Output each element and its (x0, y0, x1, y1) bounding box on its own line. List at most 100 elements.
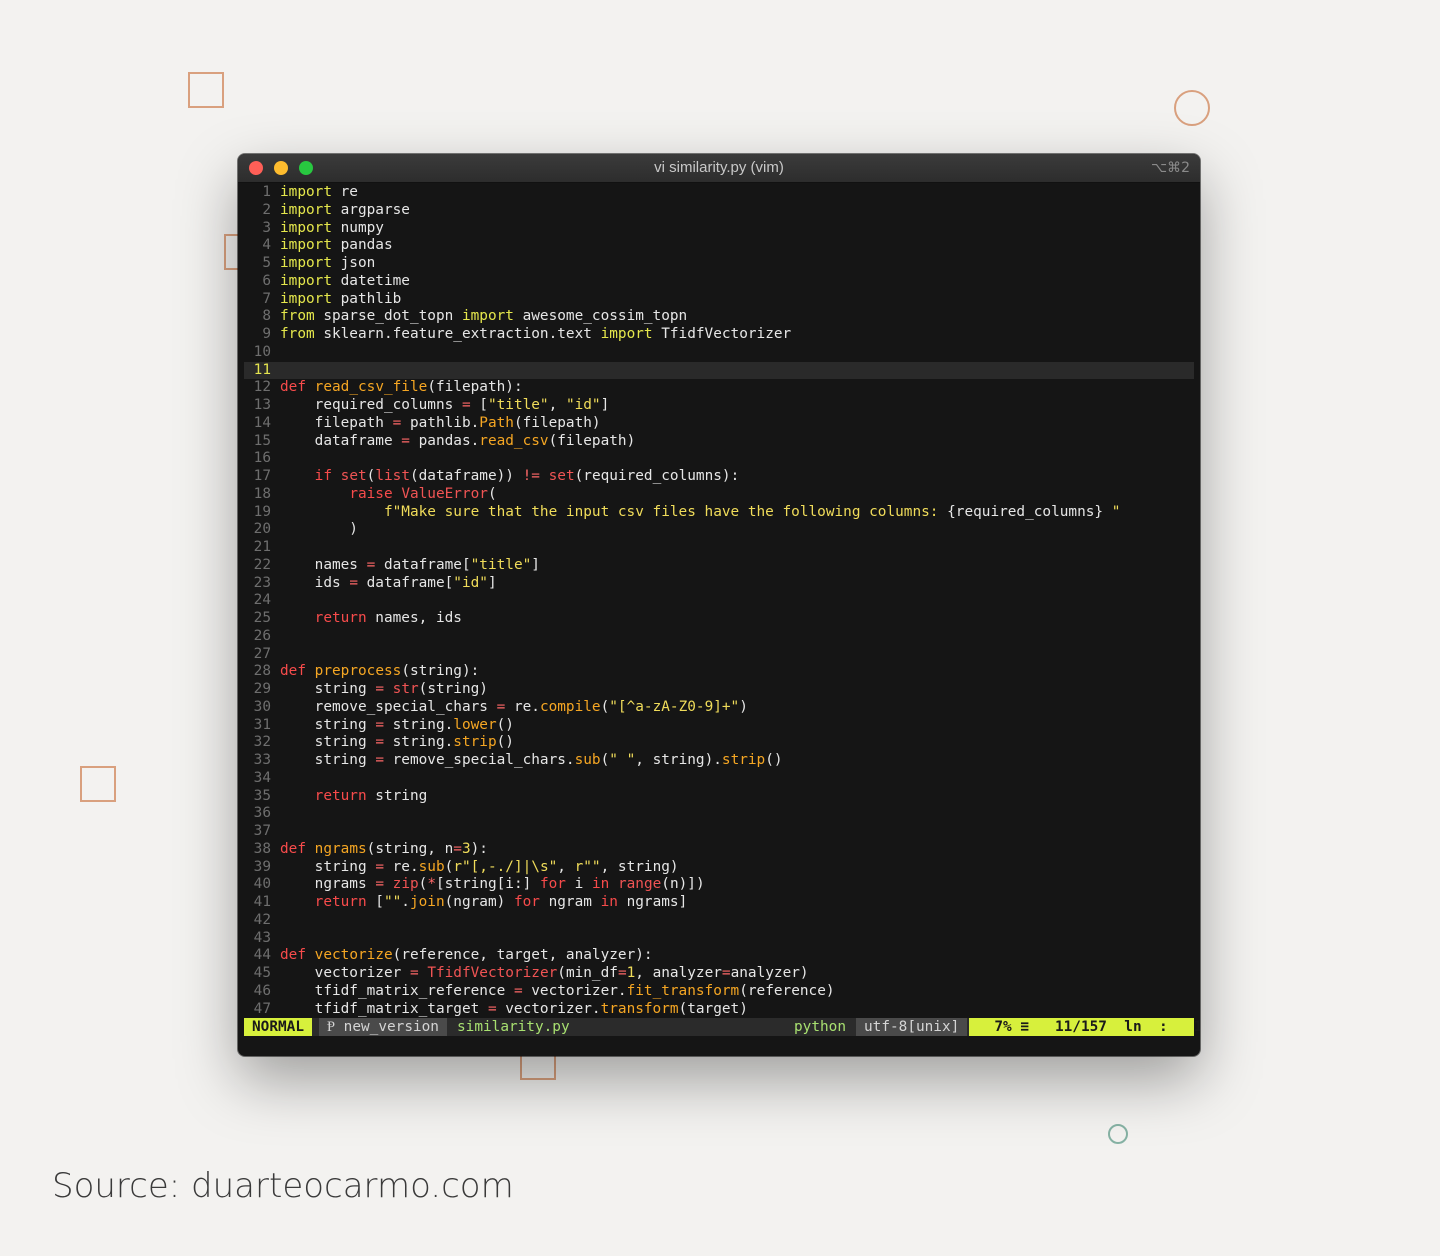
file-name: similarity.py (457, 1019, 570, 1035)
code-line[interactable]: 4 import pandas (244, 237, 1194, 255)
window-title: vi similarity.py (vim) (654, 159, 784, 176)
cursor-position: 7% ≡ 11/157 ln : 1 (969, 1018, 1200, 1036)
code-line[interactable]: 23 ids = dataframe["id"] (244, 575, 1194, 593)
code-line[interactable]: 17 if set(list(dataframe)) != set(requir… (244, 468, 1194, 486)
line-number: 44 (253, 947, 271, 964)
code-line[interactable]: 46 tfidf_matrix_reference = vectorizer.f… (244, 983, 1194, 1001)
code-line[interactable]: 28 def preprocess(string): (244, 663, 1194, 681)
code-text: names = dataframe["title"] (280, 556, 540, 573)
line-number: 13 (253, 397, 271, 413)
file-type: python (794, 1019, 846, 1035)
line-number: 42 (253, 911, 271, 928)
code-line[interactable]: 34 (244, 770, 1194, 788)
code-line[interactable]: 44 def vectorize(reference, target, analy… (244, 947, 1194, 965)
code-line[interactable]: 5 import json (244, 255, 1194, 273)
code-line[interactable]: 18 raise ValueError( (244, 486, 1194, 504)
titlebar[interactable]: vi similarity.py (vim) ⌥⌘2 (238, 154, 1200, 183)
code-text: return string (314, 787, 428, 804)
window-shortcut: ⌥⌘2 (1150, 160, 1190, 176)
line-number: 1 (262, 184, 271, 200)
code-line[interactable]: 31 string = string.lower() (244, 717, 1194, 735)
code-line[interactable]: 12 def read_csv_file(filepath): (244, 379, 1194, 397)
code-text: ) (280, 521, 358, 538)
code-line[interactable]: 42 (244, 912, 1194, 930)
code-line[interactable]: 41 return ["".join(ngram) for ngram in n… (244, 894, 1194, 912)
code-text: string = remove_special_chars.sub(" ", s… (280, 752, 783, 768)
line-number: 4 (262, 237, 271, 254)
line-number: 5 (262, 255, 271, 271)
code-line[interactable]: 24 (244, 592, 1194, 610)
code-line[interactable]: 6 import datetime (244, 273, 1194, 291)
code-text: remove_special_chars = re.compile("[^a-z… (280, 698, 748, 715)
code-text: import argparse (280, 201, 410, 218)
code-text: from sklearn.feature_extraction.text imp… (280, 326, 792, 342)
code-text: def ngrams(string, n=3): (280, 840, 488, 857)
code-line[interactable]: 20 ) (244, 521, 1194, 539)
code-line[interactable]: 19 f"Make sure that the input csv files … (244, 504, 1194, 522)
status-line: NORMAL Ᵽ new_version similarity.py pytho… (244, 1018, 1200, 1036)
code-line[interactable]: 27 (244, 646, 1194, 664)
line-number: 10 (253, 343, 271, 360)
code-text: dataframe = pandas.read_csv(filepath) (280, 432, 636, 449)
line-number: 31 (253, 716, 271, 733)
code-line[interactable]: 2 import argparse (244, 202, 1194, 220)
line-number: 25 (253, 610, 271, 626)
code-line[interactable]: 39 string = re.sub(r"[,-./]|\s", r"", st… (244, 859, 1194, 877)
code-line[interactable]: 14 filepath = pathlib.Path(filepath) (244, 415, 1194, 433)
line-number: 20 (253, 521, 271, 538)
code-line[interactable]: 21 (244, 539, 1194, 557)
code-text: import numpy (280, 219, 384, 236)
line-number: 41 (253, 894, 271, 910)
git-branch: Ᵽ new_version (319, 1018, 447, 1036)
code-text: import pathlib (280, 290, 402, 307)
code-line[interactable]: 45 vectorizer = TfidfVectorizer(min_df=1… (244, 965, 1194, 983)
code-text: filepath = pathlib.Path(filepath) (280, 414, 601, 431)
code-line[interactable]: 47 tfidf_matrix_target = vectorizer.tran… (244, 1001, 1194, 1019)
line-number: 18 (253, 485, 271, 502)
code-line[interactable]: 30 remove_special_chars = re.compile("[^… (244, 699, 1194, 717)
code-line[interactable]: 13 required_columns = ["title", "id"] (244, 397, 1194, 415)
code-line[interactable]: 8 from sparse_dot_topn import awesome_cos… (244, 308, 1194, 326)
code-line[interactable]: 22 names = dataframe["title"] (244, 557, 1194, 575)
line-number: 22 (253, 556, 271, 573)
code-text: tfidf_matrix_target = vectorizer.transfo… (280, 1000, 748, 1017)
code-line[interactable]: 38 def ngrams(string, n=3): (244, 841, 1194, 859)
code-line[interactable]: 29 string = str(string) (244, 681, 1194, 699)
code-line[interactable]: 11 (244, 361, 1194, 380)
code-line[interactable]: 7 import pathlib (244, 291, 1194, 309)
code-line[interactable]: 36 (244, 805, 1194, 823)
code-line[interactable]: 9 from sklearn.feature_extraction.text im… (244, 326, 1194, 344)
line-number: 34 (253, 769, 271, 786)
line-number: 46 (253, 982, 271, 999)
code-line[interactable]: 33 string = remove_special_chars.sub(" "… (244, 752, 1194, 770)
code-text: raise ValueError( (349, 485, 497, 502)
line-number: 33 (253, 752, 271, 768)
code-line[interactable]: 16 (244, 450, 1194, 468)
code-editor[interactable]: 1 import re 2 import argparse 3 import numpy 4… (244, 184, 1194, 1018)
code-line[interactable]: 37 (244, 823, 1194, 841)
code-line[interactable]: 1 import re (244, 184, 1194, 202)
code-text: vectorizer = TfidfVectorizer(min_df=1, a… (280, 965, 809, 981)
code-line[interactable]: 25 return names, ids (244, 610, 1194, 628)
code-line[interactable]: 10 (244, 344, 1194, 362)
code-line[interactable]: 3 import numpy (244, 220, 1194, 238)
code-text: string = string.strip() (280, 734, 514, 751)
line-number: 38 (253, 840, 271, 857)
line-number: 7 (262, 290, 271, 307)
source-caption: Source: duarteocarmo.com (52, 1166, 514, 1206)
code-line[interactable]: 26 (244, 628, 1194, 646)
code-line[interactable]: 35 return string (244, 788, 1194, 806)
code-text: if set(list(dataframe)) != set(required_… (314, 468, 740, 484)
code-text: def preprocess(string): (280, 663, 480, 680)
line-number: 36 (253, 805, 271, 822)
code-line[interactable]: 43 (244, 930, 1194, 948)
code-line[interactable]: 32 string = string.strip() (244, 734, 1194, 752)
line-number: 15 (253, 432, 271, 449)
code-text: def read_csv_file(filepath): (280, 379, 523, 396)
decorative-square (80, 766, 116, 802)
code-text: string = str(string) (280, 681, 488, 697)
code-line[interactable]: 40 ngrams = zip(*[string[i:] for i in ra… (244, 876, 1194, 894)
code-text: from sparse_dot_topn import awesome_coss… (280, 308, 688, 325)
code-line[interactable]: 15 dataframe = pandas.read_csv(filepath) (244, 433, 1194, 451)
line-number: 30 (253, 698, 271, 715)
